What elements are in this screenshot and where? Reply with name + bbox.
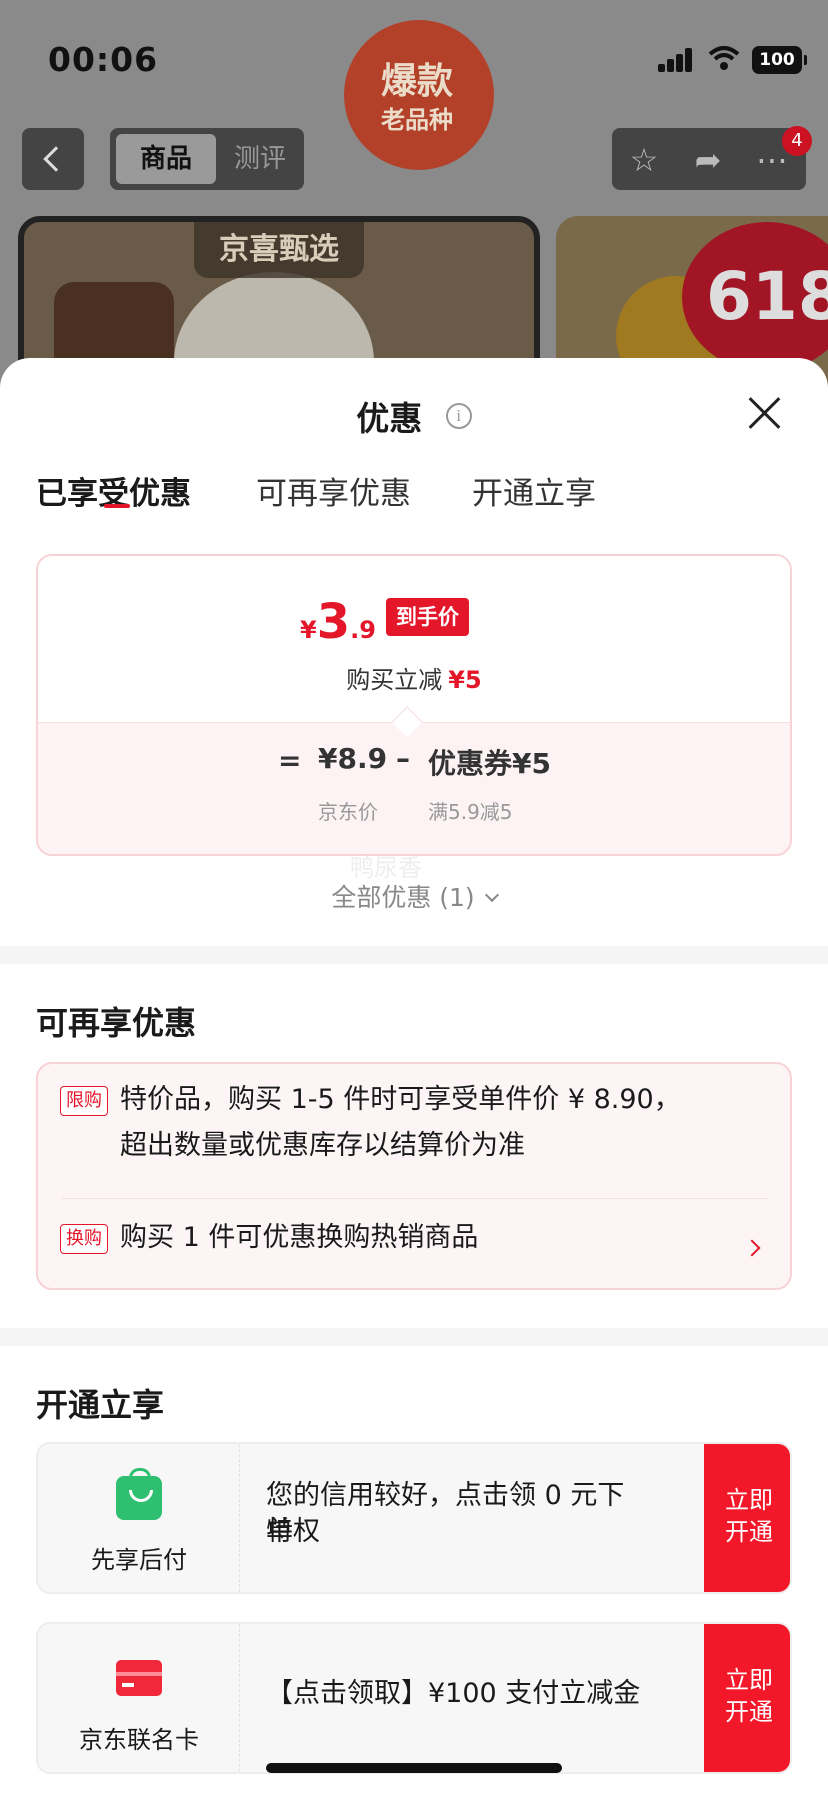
- section-divider: [0, 946, 828, 964]
- all-promotions-link[interactable]: 全部优惠 (1): [0, 878, 828, 914]
- equals-sign: =: [278, 744, 302, 777]
- coupon-condition: 满5.9减5: [428, 800, 513, 824]
- service-name: 京东联名卡: [79, 1726, 199, 1754]
- hot-flame-badge: 爆款 老品种: [344, 20, 494, 170]
- service-desc-2: 特权: [266, 1516, 320, 1547]
- section-divider: [0, 1328, 828, 1346]
- open-now-button[interactable]: 立即 开通: [704, 1444, 790, 1592]
- back-arrow-icon: [43, 146, 69, 172]
- promotions-sheet: 优惠 i 已享受优惠 可再享优惠 开通立享 ¥3.9 到手价 购买立减 ¥5 = …: [0, 358, 828, 1793]
- hot-badge-small: 老品种: [381, 106, 453, 134]
- close-icon[interactable]: [748, 396, 782, 430]
- tab-review[interactable]: 测评: [222, 134, 298, 184]
- section-title-more: 可再享优惠: [36, 1004, 197, 1042]
- section-title-open: 开通立享: [36, 1386, 165, 1424]
- tab-product[interactable]: 商品: [116, 134, 216, 184]
- tab-more[interactable]: 可再享优惠: [256, 468, 411, 513]
- final-price-badge: 到手价: [386, 598, 469, 636]
- header-actions: ☆ ➦ ⋯: [612, 128, 806, 190]
- share-icon[interactable]: ➦: [688, 140, 728, 180]
- final-price: ¥3.9: [300, 594, 376, 650]
- coupon-value: 优惠券¥5: [428, 747, 551, 780]
- promo-text-limit-1: 特价品，购买 1-5 件时可享受单件价 ¥ 8.90，: [120, 1084, 681, 1115]
- sheet-title: 优惠 i: [0, 392, 828, 440]
- promo-divider: [62, 1198, 768, 1199]
- status-time: 00:06: [48, 40, 159, 79]
- cart-badge: 4: [782, 126, 812, 156]
- favorite-star-icon[interactable]: ☆: [624, 140, 664, 180]
- tab-open[interactable]: 开通立享: [472, 468, 596, 513]
- banner-tag: 京喜甄选: [194, 222, 364, 278]
- service-co-brand-card: 京东联名卡 【点击领取】¥100 支付立减金 立即 开通: [36, 1622, 792, 1774]
- jd-price: ¥8.9: [318, 742, 388, 775]
- sheet-title-text: 优惠: [356, 399, 423, 438]
- signal-icon: [658, 48, 694, 72]
- back-button[interactable]: [22, 128, 84, 190]
- jd-price-label: 京东价: [318, 800, 378, 824]
- promo-tag-exchange: 换购: [60, 1224, 108, 1254]
- instant-reduction: 购买立减 ¥5: [346, 666, 482, 694]
- header-segmented-control: 商品 测评: [110, 128, 304, 190]
- promo-text-limit-2: 超出数量或优惠库存以结算价为准: [120, 1130, 525, 1161]
- promo-tag-limit: 限购: [60, 1086, 108, 1116]
- more-promotions-box: 限购 特价品，购买 1-5 件时可享受单件价 ¥ 8.90， 超出数量或优惠库存…: [36, 1062, 792, 1290]
- active-tab-indicator: [104, 504, 130, 508]
- open-now-button[interactable]: 立即 开通: [704, 1624, 790, 1772]
- service-pay-later: 先享后付 您的信用较好，点击领 0 元下单 特权 立即 开通: [36, 1442, 792, 1594]
- chevron-down-icon: [484, 887, 499, 903]
- hot-badge-big: 爆款: [380, 61, 453, 102]
- home-indicator[interactable]: [266, 1763, 562, 1773]
- service-desc-1: 【点击领取】¥100 支付立减金: [266, 1678, 641, 1709]
- battery-icon: 100: [752, 46, 807, 74]
- promo-text-exchange[interactable]: 购买 1 件可优惠换购热销商品: [120, 1214, 478, 1262]
- price-breakdown-card: ¥3.9 到手价 购买立减 ¥5 = ¥8.9 – 优惠券¥5 京东价 满5.9减…: [36, 554, 792, 856]
- service-name: 先享后付: [91, 1546, 187, 1574]
- minus-sign: –: [396, 742, 410, 775]
- background-page: 00:06 100 商品 测评 ☆ ➦ ⋯ 4 京喜甄选 爆款 老品种 618: [0, 0, 828, 400]
- chevron-right-icon[interactable]: [743, 1239, 761, 1257]
- wifi-icon: [708, 46, 740, 70]
- shopping-bag-icon: [116, 1468, 162, 1520]
- info-icon[interactable]: i: [445, 403, 472, 429]
- credit-card-icon: [116, 1660, 162, 1696]
